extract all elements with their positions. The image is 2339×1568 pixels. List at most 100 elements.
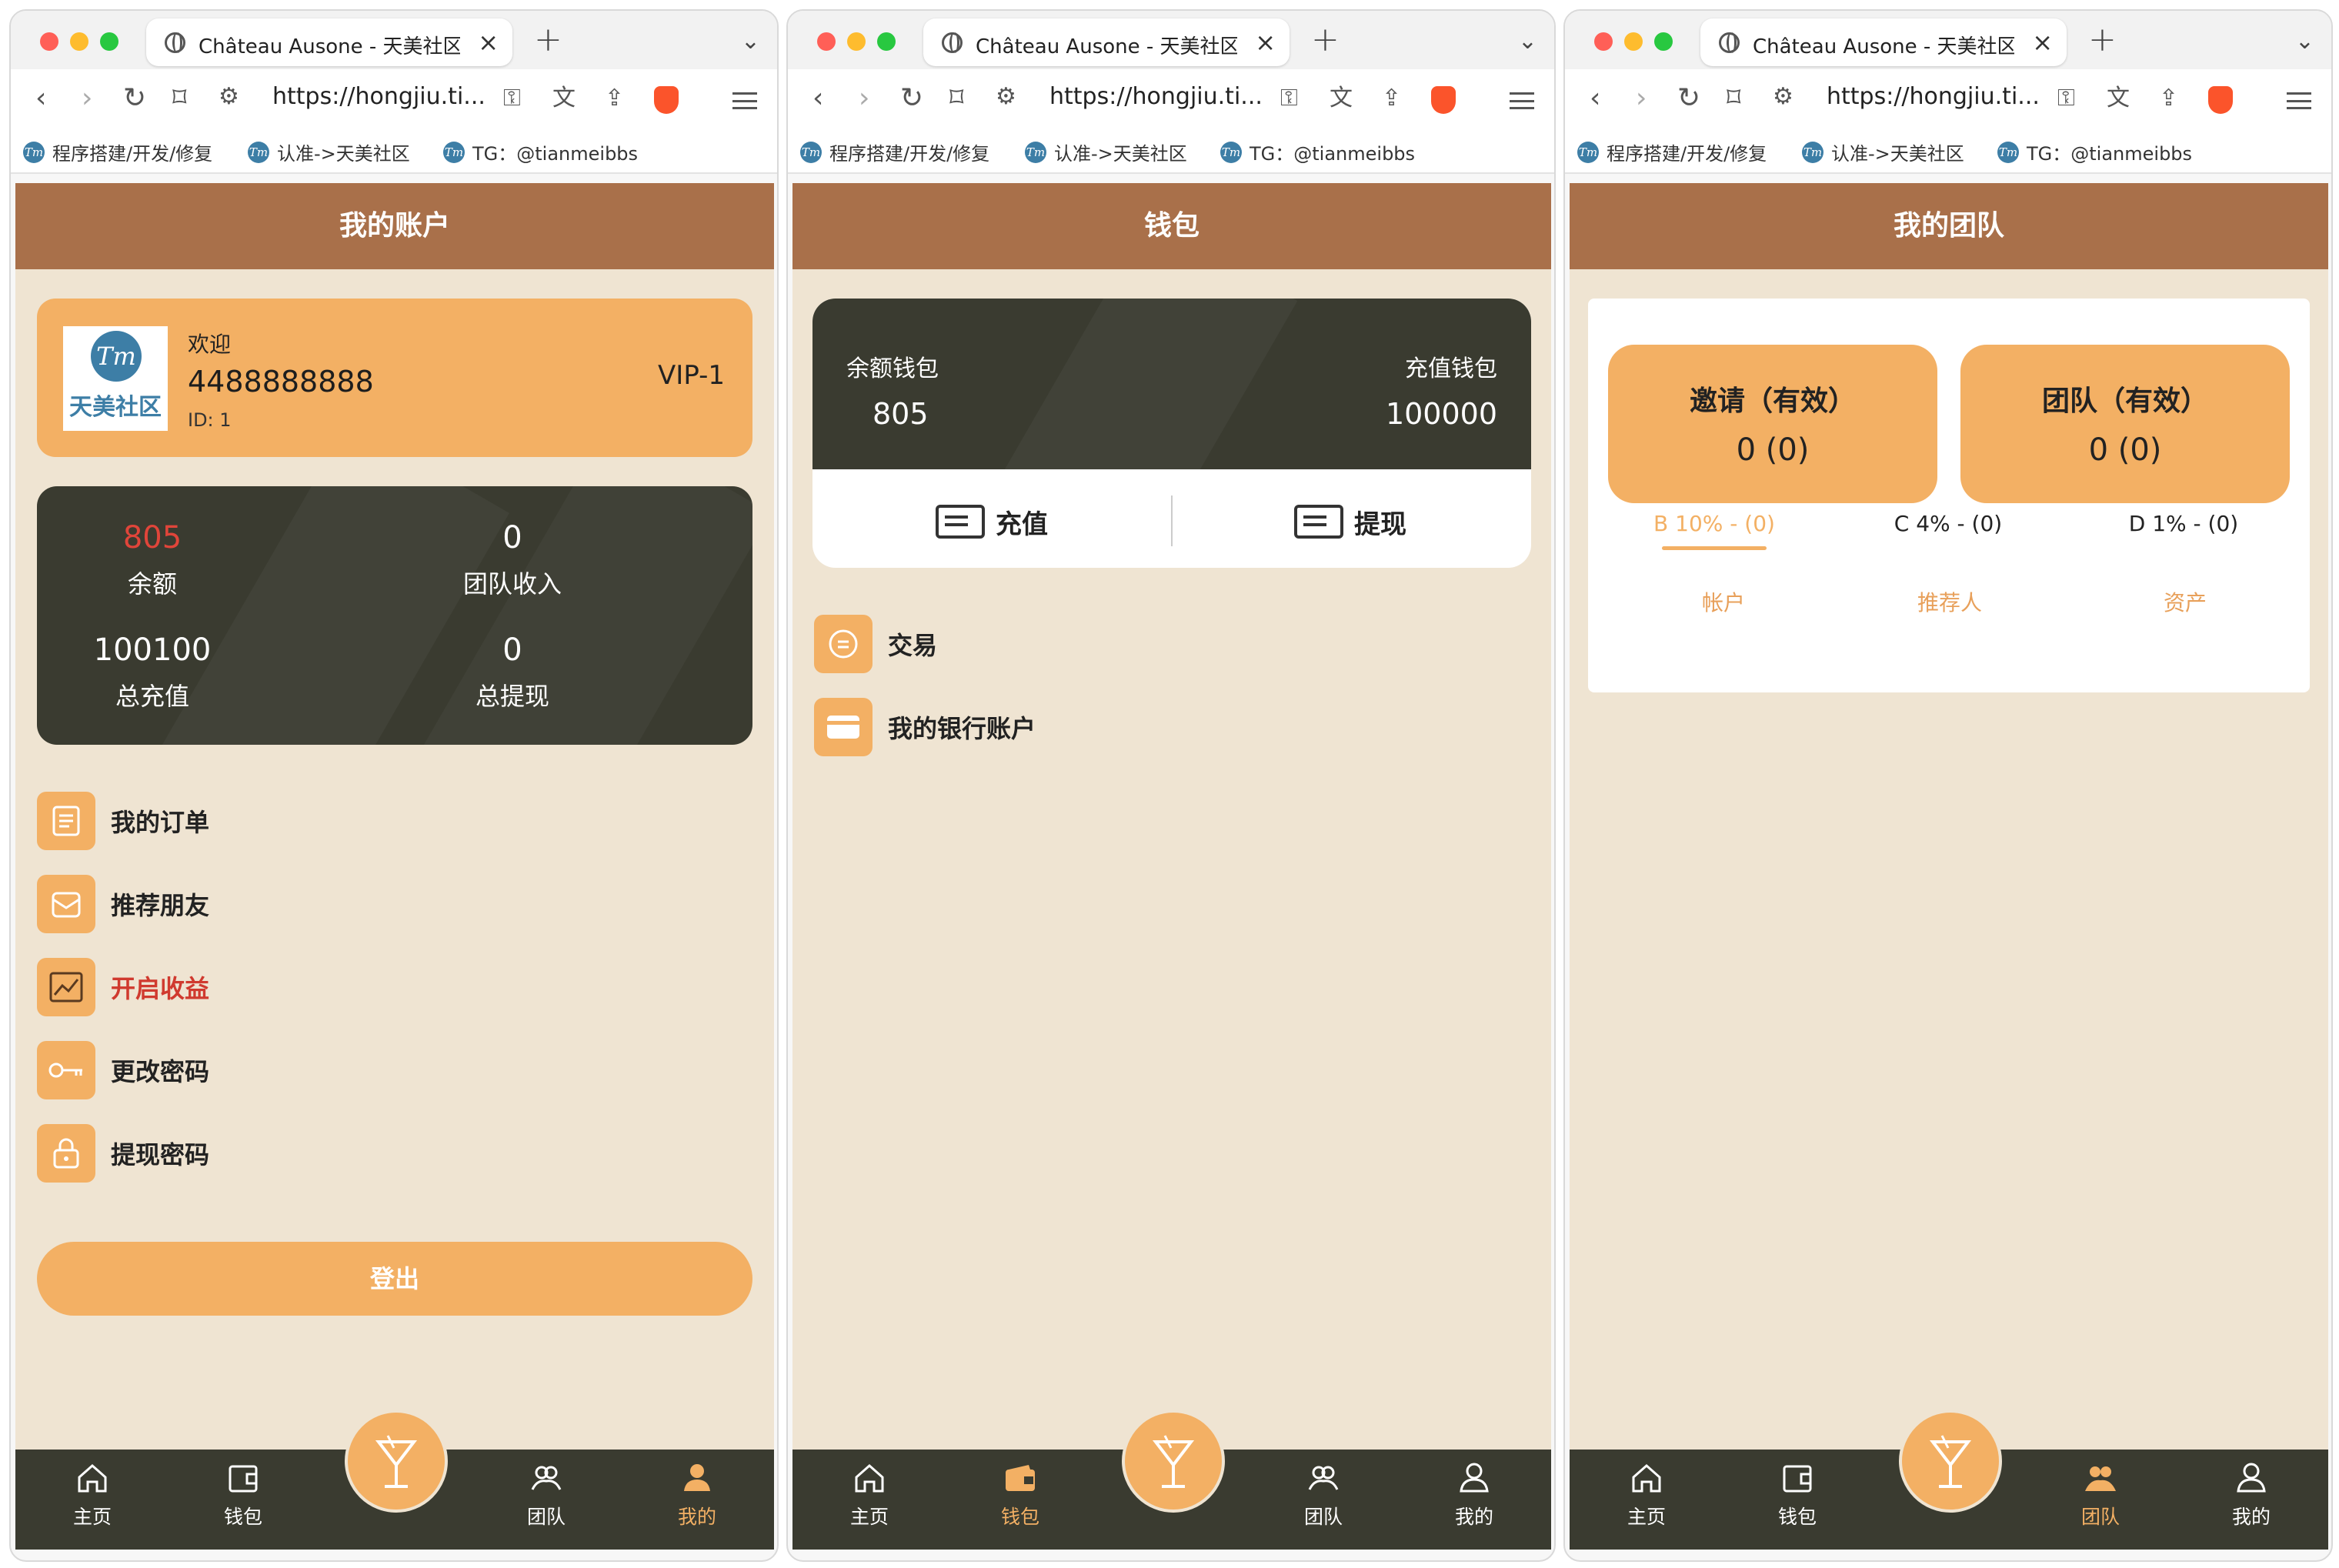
team-stat-box: 团队（有效） 0 (0)	[1960, 345, 2290, 503]
tab-level-d[interactable]: D 1% - (0)	[2099, 511, 2268, 536]
key-icon[interactable]: ⚿	[2057, 82, 2075, 115]
hamburger-menu-icon[interactable]	[732, 92, 757, 109]
chevron-down-icon[interactable]: ⌄	[2295, 28, 2314, 55]
home-center-button[interactable]	[1122, 1410, 1225, 1513]
forward-icon[interactable]: ›	[82, 82, 92, 115]
withdraw-button[interactable]: 提现	[1294, 499, 1406, 545]
menu-item-orders[interactable]: 我的订单	[37, 791, 209, 851]
menu-item-transactions[interactable]: 交易	[814, 614, 937, 674]
new-tab-icon[interactable]: +	[534, 20, 562, 59]
zoom-window-button[interactable]	[877, 32, 896, 51]
tab-bar: Château Ausone - 天美社区tianmeibbs × + ⌄	[11, 11, 777, 69]
nav-home[interactable]: 主页	[1600, 1459, 1693, 1530]
tab-level-b[interactable]: B 10% - (0)	[1630, 511, 1799, 536]
forward-icon[interactable]: ›	[859, 82, 869, 115]
close-tab-icon[interactable]: ×	[478, 28, 499, 57]
address-bar[interactable]: ⚙ https://hongjiu.ti...	[219, 78, 649, 118]
zoom-window-button[interactable]	[1654, 32, 1673, 51]
share-icon[interactable]: ⇪	[1382, 82, 1401, 115]
reload-icon[interactable]: ↻	[1677, 82, 1700, 115]
account-page: 我的账户 Tm 天美社区 欢迎 4488888888 ID: 1 VIP-1 8…	[15, 183, 774, 1550]
close-window-button[interactable]	[1594, 32, 1613, 51]
brave-shield-icon[interactable]	[654, 86, 679, 114]
close-tab-icon[interactable]: ×	[1255, 28, 1276, 57]
hamburger-menu-icon[interactable]	[1510, 92, 1534, 109]
reload-icon[interactable]: ↻	[123, 82, 146, 115]
bookmark-icon[interactable]: ⌑	[949, 82, 963, 115]
home-center-button[interactable]	[345, 1410, 448, 1513]
bookmark-item[interactable]: Tm TG：@tianmeibbs	[1997, 138, 2192, 165]
forward-icon[interactable]: ›	[1636, 82, 1647, 115]
nav-mine[interactable]: 我的	[1428, 1459, 1520, 1530]
new-tab-icon[interactable]: +	[1311, 20, 1340, 59]
nav-wallet[interactable]: 钱包	[197, 1459, 289, 1530]
nav-home[interactable]: 主页	[823, 1459, 916, 1530]
menu-item-withdraw-password[interactable]: 提现密码	[37, 1123, 209, 1183]
zoom-window-button[interactable]	[100, 32, 118, 51]
nav-wallet[interactable]: 钱包	[1751, 1459, 1844, 1530]
logout-button[interactable]: 登出	[37, 1242, 752, 1316]
menu-item-change-password[interactable]: 更改密码	[37, 1040, 209, 1100]
site-settings-icon[interactable]: ⚙	[1773, 83, 1793, 110]
key-icon[interactable]: ⚿	[1280, 82, 1298, 115]
share-icon[interactable]: ⇪	[605, 82, 624, 115]
team-card: 邀请（有效） 0 (0) 团队（有效） 0 (0) B 10% - (0) C …	[1588, 299, 2310, 692]
nav-team[interactable]: 团队	[1277, 1459, 1370, 1530]
brave-shield-icon[interactable]	[2208, 86, 2233, 114]
bookmark-item[interactable]: Tm 认准->天美社区	[248, 138, 410, 165]
translate-icon[interactable]: 文	[1330, 82, 1353, 115]
translate-icon[interactable]: 文	[2107, 82, 2130, 115]
bookmark-item[interactable]: Tm TG：@tianmeibbs	[443, 138, 638, 165]
bookmark-item[interactable]: Tm 程序搭建/开发/修复	[23, 138, 212, 165]
new-tab-icon[interactable]: +	[2088, 20, 2117, 59]
bookmark-icon[interactable]: ⌑	[172, 82, 186, 115]
nav-mine[interactable]: 我的	[651, 1459, 743, 1530]
browser-tab[interactable]: Château Ausone - 天美社区tianmeibbs ×	[923, 18, 1290, 66]
team-icon	[2085, 1466, 2116, 1491]
browser-tab[interactable]: Château Ausone - 天美社区tianmeibbs ×	[1700, 18, 2067, 66]
share-icon[interactable]: ⇪	[2159, 82, 2178, 115]
translate-icon[interactable]: 文	[552, 82, 576, 115]
chevron-down-icon[interactable]: ⌄	[1518, 28, 1537, 55]
back-icon[interactable]: ‹	[1590, 82, 1600, 115]
minimize-window-button[interactable]	[847, 32, 866, 51]
minimize-window-button[interactable]	[70, 32, 88, 51]
nav-home[interactable]: 主页	[46, 1459, 138, 1530]
tab-level-c[interactable]: C 4% - (0)	[1864, 511, 2033, 536]
bookmark-item[interactable]: Tm 程序搭建/开发/修复	[1577, 138, 1767, 165]
site-settings-icon[interactable]: ⚙	[996, 83, 1016, 110]
team-page: 我的团队 邀请（有效） 0 (0) 团队（有效） 0 (0) B 10% - (…	[1570, 183, 2328, 1550]
reload-icon[interactable]: ↻	[900, 82, 923, 115]
site-settings-icon[interactable]: ⚙	[219, 83, 239, 110]
nav-mine[interactable]: 我的	[2205, 1459, 2297, 1530]
hamburger-menu-icon[interactable]	[2287, 92, 2311, 109]
nav-wallet[interactable]: 钱包	[974, 1459, 1066, 1530]
bookmark-item[interactable]: Tm 认准->天美社区	[1025, 138, 1187, 165]
bookmark-item[interactable]: Tm 认准->天美社区	[1802, 138, 1964, 165]
bookmark-item[interactable]: Tm TG：@tianmeibbs	[1220, 138, 1415, 165]
menu-item-bank-account[interactable]: 我的银行账户	[814, 697, 1036, 757]
home-center-button[interactable]	[1899, 1410, 2002, 1513]
key-icon[interactable]: ⚿	[503, 82, 521, 115]
chevron-down-icon[interactable]: ⌄	[741, 28, 760, 55]
globe-icon	[1719, 32, 1740, 53]
menu-item-earnings[interactable]: 开启收益	[37, 957, 209, 1017]
invite-stat-box: 邀请（有效） 0 (0)	[1608, 345, 1937, 503]
back-icon[interactable]: ‹	[35, 82, 46, 115]
brave-shield-icon[interactable]	[1431, 86, 1456, 114]
nav-team[interactable]: 团队	[2054, 1459, 2147, 1530]
close-window-button[interactable]	[40, 32, 58, 51]
minimize-window-button[interactable]	[1624, 32, 1643, 51]
close-window-button[interactable]	[817, 32, 836, 51]
back-icon[interactable]: ‹	[812, 82, 823, 115]
browser-tab[interactable]: Château Ausone - 天美社区tianmeibbs ×	[146, 18, 512, 66]
bookmark-icon[interactable]: ⌑	[1727, 82, 1740, 115]
address-bar[interactable]: ⚙ https://hongjiu.ti...	[1773, 78, 2204, 118]
close-tab-icon[interactable]: ×	[2032, 28, 2053, 57]
menu-item-refer[interactable]: 推荐朋友	[37, 874, 209, 934]
nav-team[interactable]: 团队	[500, 1459, 592, 1530]
address-bar[interactable]: ⚙ https://hongjiu.ti...	[996, 78, 1426, 118]
recharge-button[interactable]: 充值	[936, 499, 1048, 545]
tianmei-logo-icon: Tm	[800, 141, 822, 163]
bookmark-item[interactable]: Tm 程序搭建/开发/修复	[800, 138, 989, 165]
